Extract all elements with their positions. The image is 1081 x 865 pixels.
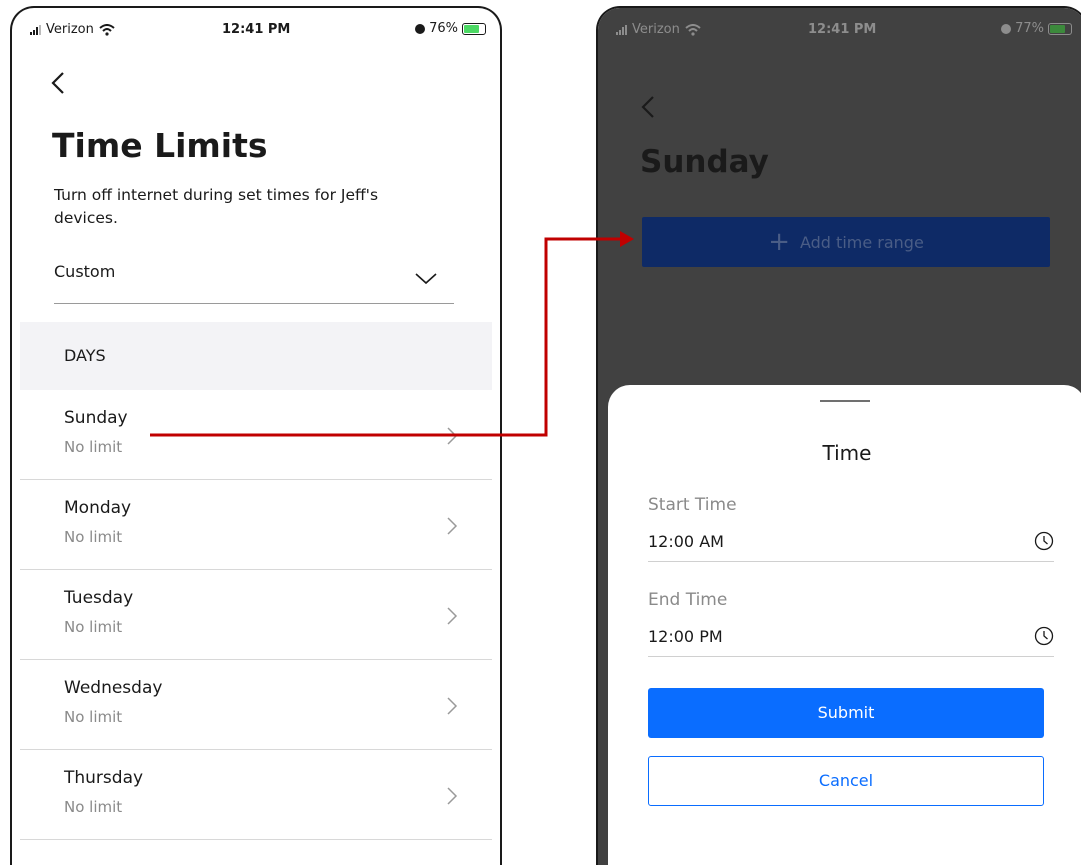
status-bar: Verizon 12:41 PM 76% [12,8,500,48]
cancel-button[interactable]: Cancel [648,756,1044,806]
start-time-label: Start Time [648,495,737,515]
chevron-down-icon [415,273,437,285]
phone-screen-sunday: Verizon 12:41 PM 77% Sunday + Add time r… [596,6,1081,865]
day-name: Tuesday [64,588,134,608]
day-limit-status: No limit [64,618,123,636]
add-time-range-label: Add time range [799,232,924,252]
alarm-icon [415,23,426,34]
end-time-label: End Time [648,590,728,610]
chevron-right-icon [447,427,458,445]
end-time-field[interactable]: 12:00 PM [648,617,1054,657]
sheet-title: Time [822,441,872,465]
carrier-label: Verizon [632,22,680,37]
status-time: 12:41 PM [808,22,877,37]
battery-percent: 77% [1015,21,1044,36]
day-row-wednesday[interactable]: Wednesday No limit [20,660,492,750]
sheet-grabber-handle[interactable] [820,400,870,402]
signal-icon [30,24,41,35]
day-row-tuesday[interactable]: Tuesday No limit [20,570,492,660]
clock-icon[interactable] [1034,531,1054,551]
day-row-thursday[interactable]: Thursday No limit [20,750,492,840]
schedule-dropdown-value: Custom [54,262,116,281]
status-time: 12:41 PM [222,22,291,37]
page-description: Turn off internet during set times for J… [54,186,379,227]
day-row-sunday[interactable]: Sunday No limit [20,390,492,480]
carrier-label: Verizon [46,22,94,37]
add-time-range-button[interactable]: + Add time range [642,217,1050,267]
day-name: Sunday [64,408,128,428]
battery-percent: 76% [429,21,458,36]
chevron-right-icon [447,697,458,715]
time-bottom-sheet: Time Start Time 12:00 AM End Time 12:00 … [608,385,1081,865]
page-title: Sunday [640,144,769,180]
submit-button[interactable]: Submit [648,688,1044,738]
battery-icon [462,22,486,35]
day-row-monday[interactable]: Monday No limit [20,480,492,570]
start-time-value: 12:00 AM [648,532,724,551]
wifi-icon [99,23,115,36]
wifi-icon [685,23,701,36]
day-limit-status: No limit [64,438,123,456]
status-battery-group: 76% [415,21,486,36]
start-time-field[interactable]: 12:00 AM [648,522,1054,562]
day-name: Monday [64,498,132,518]
status-carrier-group: Verizon [616,22,701,37]
end-time-value: 12:00 PM [648,627,723,646]
chevron-right-icon [447,787,458,805]
status-battery-group: 77% [1001,21,1072,36]
clock-icon[interactable] [1034,626,1054,646]
day-limit-status: No limit [64,528,123,546]
signal-icon [616,24,627,35]
schedule-dropdown[interactable]: Custom [54,256,454,304]
phone-screen-time-limits: Verizon 12:41 PM 76% Time Limits Turn of… [10,6,502,865]
plus-icon: + [768,227,790,257]
days-section-header: DAYS [20,322,492,390]
back-chevron-icon[interactable] [634,92,664,122]
battery-icon [1048,22,1072,35]
day-limit-status: No limit [64,798,123,816]
chevron-right-icon [447,607,458,625]
chevron-right-icon [447,517,458,535]
day-name: Wednesday [64,678,163,698]
status-bar: Verizon 12:41 PM 77% [598,8,1081,48]
status-carrier-group: Verizon [30,22,115,37]
back-chevron-icon[interactable] [44,68,74,98]
alarm-icon [1001,23,1012,34]
day-limit-status: No limit [64,708,123,726]
day-name: Thursday [64,768,144,788]
page-title: Time Limits [52,126,268,165]
